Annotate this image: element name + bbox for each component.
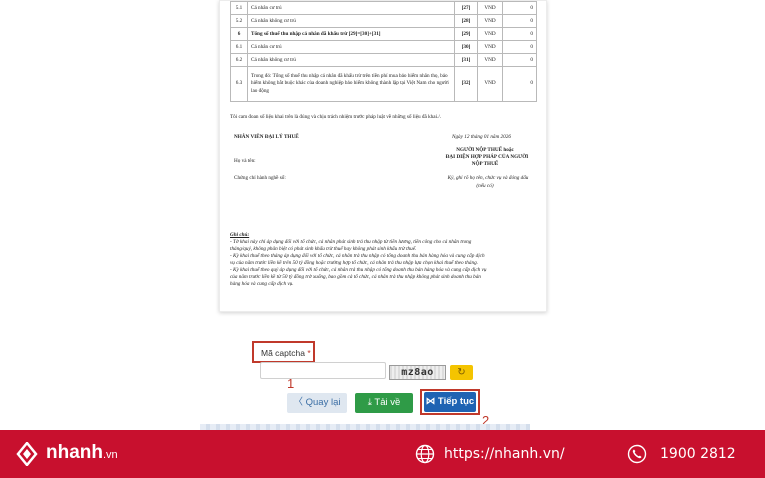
sign-note-2: (nếu có)	[476, 183, 494, 189]
row-number: 5.2	[230, 14, 248, 28]
row-number: 6	[230, 27, 248, 41]
nhanh-logo-icon	[16, 442, 38, 466]
date-line: Ngày 12 tháng 01 năm 2026	[452, 134, 511, 140]
row-description: Cá nhân không cư trú	[247, 53, 455, 67]
note-line: tháng/quý, không phân biệt có phát sinh …	[230, 246, 417, 252]
brand-suffix: .vn	[103, 449, 118, 461]
continue-button[interactable]: ⋈ Tiếp tục	[424, 392, 476, 412]
row-unit: VND	[477, 40, 503, 54]
phone-icon	[627, 444, 647, 464]
agent-heading: NHÂN VIÊN ĐẠI LÝ THUẾ	[234, 134, 299, 140]
brand-name[interactable]: nhanh.vn	[46, 441, 118, 467]
captcha-image: mz8ao	[389, 365, 446, 380]
taxpayer-heading-1: NGƯỜI NỘP THUẾ hoặc	[456, 147, 514, 153]
captcha-label: Mã captcha *	[252, 341, 315, 363]
brand-text: nhanh	[46, 442, 103, 463]
row-description: Trong đó: Tổng số thuế thu nhập cá nhân …	[247, 66, 455, 102]
table-row: 5.1 Cá nhân cư trú [27] VND 0	[230, 1, 537, 15]
notes-title: Ghi chú:	[230, 232, 250, 238]
captcha-input[interactable]	[260, 362, 386, 379]
page-content: 5.1 Cá nhân cư trú [27] VND 0 5.2 Cá nhân khôn…	[0, 0, 765, 430]
row-value: 0	[502, 40, 537, 54]
step-1-marker: 1	[287, 376, 295, 391]
refresh-captcha-button[interactable]: ↻	[450, 365, 473, 380]
captcha-label-text: Mã captcha	[261, 348, 305, 358]
row-number: 6.3	[230, 66, 248, 102]
taxpayer-heading-3: NỘP THUẾ	[471, 161, 499, 167]
row-code: [30]	[454, 40, 478, 54]
tax-declaration-document: 5.1 Cá nhân cư trú [27] VND 0 5.2 Cá nhân khôn…	[219, 0, 547, 312]
row-value: 0	[502, 66, 537, 102]
row-code: [31]	[454, 53, 478, 67]
row-value: 0	[502, 27, 537, 41]
row-number: 6.1	[230, 40, 248, 54]
footer-banner: nhanh.vn https://nhanh.vn/ 1900 2812	[0, 430, 765, 478]
row-value: 0	[502, 1, 537, 15]
row-code: [29]	[454, 27, 478, 41]
table-row: 6.2 Cá nhân không cư trú [31] VND 0	[230, 53, 537, 67]
row-unit: VND	[477, 27, 503, 41]
sign-note-1: Ký, ghi rõ họ tên, chức vụ và đóng dấu	[447, 175, 529, 181]
row-value: 0	[502, 53, 537, 67]
note-line: vụ của năm trước liền kề trên 50 tỷ đồng…	[230, 260, 478, 266]
tax-table: 5.1 Cá nhân cư trú [27] VND 0 5.2 Cá nhân khôn…	[230, 1, 537, 102]
row-code: [28]	[454, 14, 478, 28]
note-line: hàng hóa và cung cấp dịch vụ.	[230, 281, 294, 287]
row-description: Tổng số thuế thu nhập cá nhân đã khấu tr…	[247, 27, 455, 41]
globe-icon	[415, 444, 435, 464]
table-row: 5.2 Cá nhân không cư trú [28] VND 0	[230, 14, 537, 28]
download-button[interactable]: ⤓ Tải về	[355, 393, 413, 413]
commitment-text: Tôi cam đoan số liệu khai trên là đúng v…	[230, 114, 442, 120]
note-line: của năm trước liền kề từ 50 tỷ đồng trở …	[230, 274, 481, 280]
note-line: - Kỳ khai thuế theo tháng áp dụng đối vớ…	[230, 253, 485, 259]
row-unit: VND	[477, 66, 503, 102]
name-label: Họ và tên:	[234, 158, 256, 164]
row-unit: VND	[477, 1, 503, 15]
note-line: - Kỳ khai thuế theo quý áp dụng đối với …	[230, 267, 487, 273]
website-link[interactable]: https://nhanh.vn/	[444, 444, 565, 464]
row-description: Cá nhân cư trú	[247, 40, 455, 54]
table-row: 6.1 Cá nhân cư trú [30] VND 0	[230, 40, 537, 54]
back-button[interactable]: 〈 Quay lại	[287, 393, 347, 413]
taxpayer-heading-2: ĐẠI DIỆN HỢP PHÁP CỦA NGƯỜI	[445, 154, 529, 160]
table-row: 6.3 Trong đó: Tổng số thuế thu nhập cá nh…	[230, 66, 537, 102]
required-mark: *	[307, 348, 311, 358]
notes-list: - Tờ khai này chỉ áp dụng đối với tổ chứ…	[230, 239, 542, 288]
row-description: Cá nhân cư trú	[247, 1, 455, 15]
hotline-number[interactable]: 1900 2812	[660, 444, 736, 464]
row-value: 0	[502, 14, 537, 28]
row-number: 5.1	[230, 1, 248, 15]
row-number: 6.2	[230, 53, 248, 67]
cert-label: Chứng chỉ hành nghề số:	[234, 175, 286, 181]
row-unit: VND	[477, 14, 503, 28]
note-line: - Tờ khai này chỉ áp dụng đối với tổ chứ…	[230, 239, 472, 245]
row-code: [27]	[454, 1, 478, 15]
table-row: 6 Tổng số thuế thu nhập cá nhân đã khấu t…	[230, 27, 537, 41]
row-unit: VND	[477, 53, 503, 67]
row-code: [32]	[454, 66, 478, 102]
row-description: Cá nhân không cư trú	[247, 14, 455, 28]
